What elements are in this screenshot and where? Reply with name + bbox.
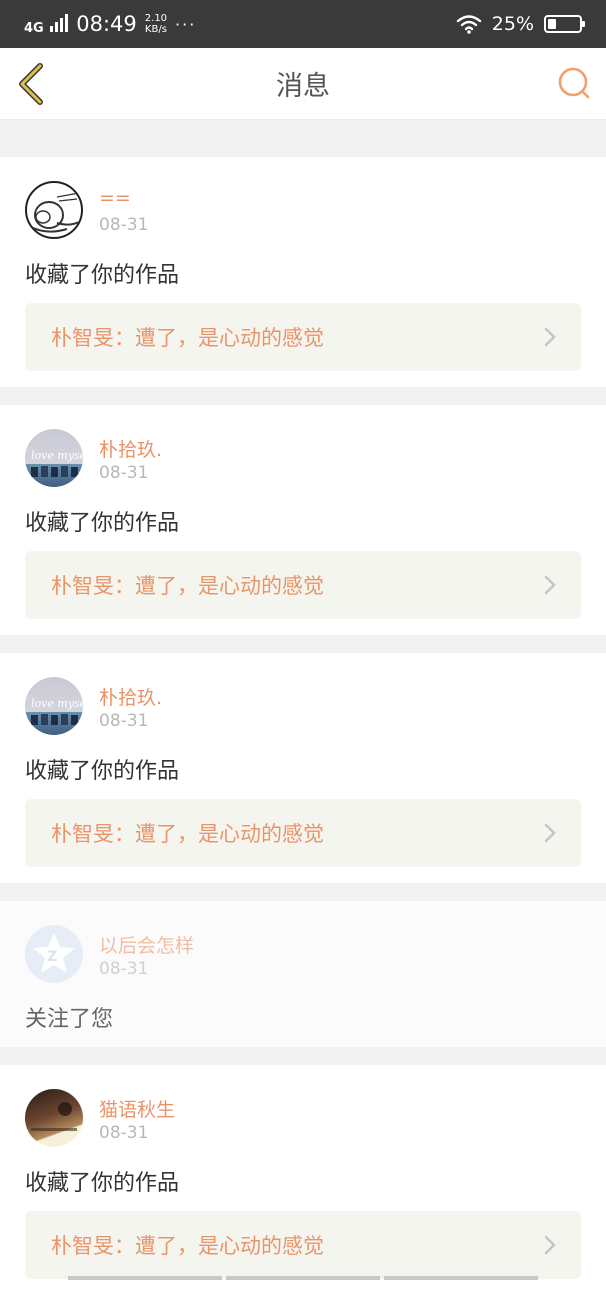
svg-text:Z: Z [47, 949, 57, 965]
username[interactable]: 朴拾玖. [99, 435, 162, 462]
message-date: 08-31 [99, 959, 148, 979]
work-link[interactable]: 朴智旻：遭了，是心动的感觉 [25, 303, 581, 371]
back-chevron-icon[interactable] [14, 62, 54, 106]
username[interactable]: == [99, 187, 131, 209]
work-link[interactable]: 朴智旻：遭了，是心动的感觉 [25, 799, 581, 867]
chevron-right-icon [543, 1235, 557, 1255]
username[interactable]: 猫语秋生 [99, 1095, 175, 1122]
avatar[interactable]: love myself [25, 677, 83, 735]
username[interactable]: 朴拾玖. [99, 683, 162, 710]
search-icon[interactable] [556, 66, 592, 102]
message-card[interactable]: love myself 朴拾玖. 08-31 收藏了你的作品 朴智旻：遭了，是心… [0, 653, 606, 883]
work-title: 朴智旻：遭了，是心动的感觉 [51, 818, 324, 848]
action-text: 收藏了你的作品 [25, 1165, 179, 1197]
chevron-right-icon [543, 823, 557, 843]
message-card[interactable]: 猫语秋生 08-31 收藏了你的作品 朴智旻：遭了，是心动的感觉 [0, 1065, 606, 1295]
work-title: 朴智旻：遭了，是心动的感觉 [51, 322, 324, 352]
action-text: 关注了您 [25, 1001, 113, 1033]
photo-avatar-icon [25, 1089, 83, 1147]
avatar[interactable]: Z [25, 925, 83, 983]
svg-text:love myself: love myself [31, 449, 83, 462]
message-date: 08-31 [99, 711, 148, 731]
battery-percent: 25% [492, 13, 534, 35]
avatar[interactable]: love myself [25, 429, 83, 487]
work-link[interactable]: 朴智旻：遭了，是心动的感觉 [25, 1211, 581, 1279]
svg-text:love myself: love myself [31, 697, 83, 710]
message-date: 08-31 [99, 1123, 148, 1143]
home-indicator[interactable] [68, 1276, 538, 1280]
network-type: 4G [24, 21, 44, 36]
chevron-right-icon [543, 575, 557, 595]
avatar[interactable] [25, 181, 83, 239]
signal-indicator: 4G [24, 14, 68, 35]
message-card[interactable]: love myself 朴拾玖. 08-31 收藏了你的作品 朴智旻：遭了，是心… [0, 405, 606, 635]
message-card[interactable]: == 08-31 收藏了你的作品 朴智旻：遭了，是心动的感觉 [0, 157, 606, 387]
work-title: 朴智旻：遭了，是心动的感觉 [51, 1230, 324, 1260]
action-text: 收藏了你的作品 [25, 505, 179, 537]
network-speed: 2.10 KB/s [145, 13, 167, 35]
signal-bars-icon [50, 14, 68, 32]
battery-icon [544, 15, 582, 33]
message-date: 08-31 [99, 463, 148, 483]
love-myself-avatar-icon: love myself [25, 677, 83, 735]
more-notifications-icon: ··· [175, 15, 196, 34]
navigation-bar: 消息 [0, 48, 606, 120]
chevron-right-icon [543, 327, 557, 347]
avatar[interactable] [25, 1089, 83, 1147]
work-link[interactable]: 朴智旻：遭了，是心动的感觉 [25, 551, 581, 619]
love-myself-avatar-icon: love myself [25, 429, 83, 487]
status-bar: 4G 08:49 2.10 KB/s ··· 25% [0, 0, 606, 48]
message-card-follow[interactable]: Z 以后会怎样 08-31 关注了您 [0, 901, 606, 1047]
sketch-avatar-icon [27, 183, 83, 239]
message-date: 08-31 [99, 215, 148, 235]
username[interactable]: 以后会怎样 [99, 931, 194, 958]
action-text: 收藏了你的作品 [25, 257, 179, 289]
clock: 08:49 [76, 12, 137, 36]
wifi-icon [456, 14, 482, 34]
default-star-avatar-icon: Z [25, 925, 83, 983]
page-title: 消息 [276, 64, 330, 103]
work-title: 朴智旻：遭了，是心动的感觉 [51, 570, 324, 600]
action-text: 收藏了你的作品 [25, 753, 179, 785]
